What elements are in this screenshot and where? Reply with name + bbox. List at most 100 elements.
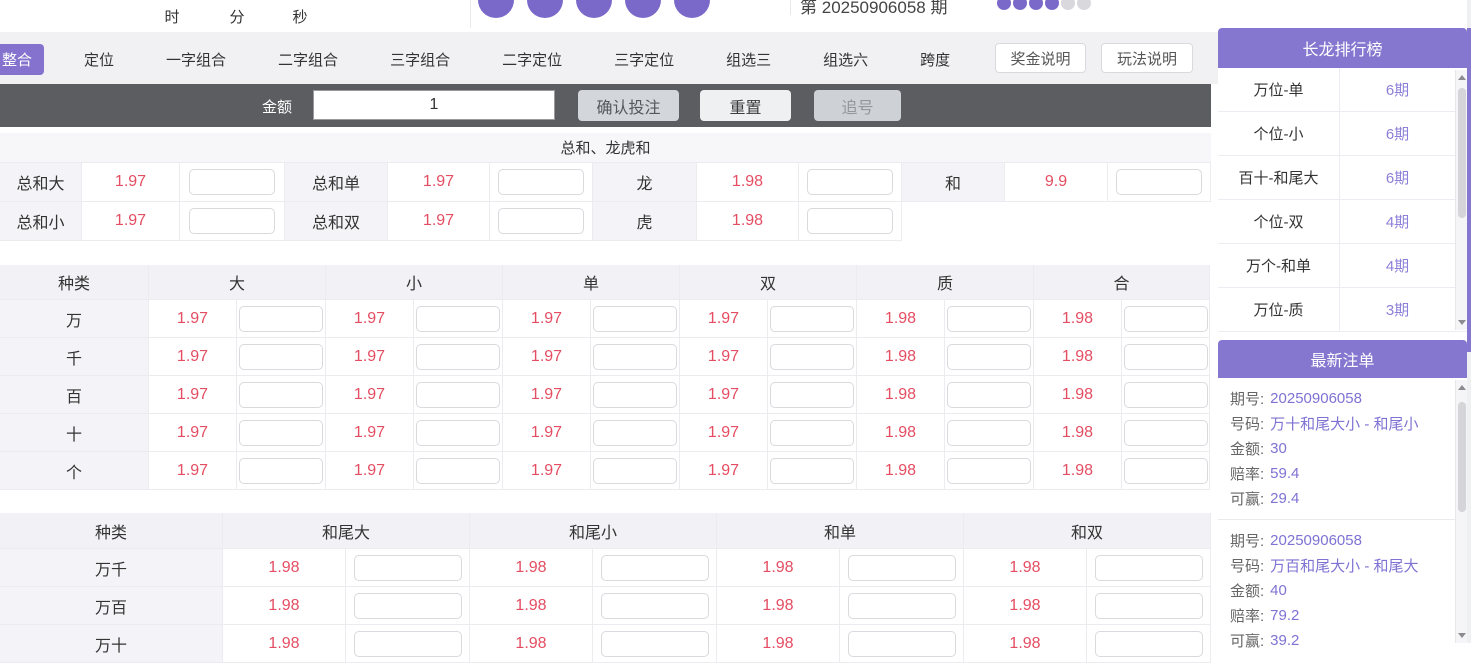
reset-button[interactable]: 重置	[700, 90, 791, 121]
bet-amount-input[interactable]	[947, 343, 1031, 370]
nav-tab[interactable]: 组选三	[714, 44, 783, 75]
bet-amount-input[interactable]	[947, 457, 1031, 484]
nav-tab[interactable]: 二字组合	[266, 44, 350, 75]
bet-amount-input[interactable]	[416, 343, 500, 370]
bet-amount-input[interactable]	[239, 381, 323, 408]
bet-amount-input[interactable]	[600, 554, 709, 581]
bet-amount-input[interactable]	[416, 419, 500, 446]
odds-value: 1.97	[82, 202, 180, 241]
page-scrollbar[interactable]	[1467, 0, 1471, 643]
bet-amount-input[interactable]	[1116, 169, 1202, 195]
bet-amount-input[interactable]	[847, 592, 956, 619]
bet-amount-input[interactable]	[770, 343, 854, 370]
amount-input[interactable]	[313, 90, 555, 120]
nav-tab[interactable]: 三字定位	[602, 44, 686, 75]
bet-amount-input[interactable]	[807, 208, 893, 234]
ranking-row: 个位-双 4期	[1218, 200, 1467, 244]
play-type-tabs: 整合定位一字组合二字组合三字组合二字定位三字定位组选三组选六跨度牛牛	[0, 44, 1044, 75]
nav-tab[interactable]: 定位	[72, 44, 126, 75]
bet-amount-input[interactable]	[1094, 592, 1203, 619]
countdown-unit-label: 秒	[292, 9, 308, 26]
scrollbar-thumb[interactable]	[1458, 88, 1466, 218]
bet-amount-input[interactable]	[1123, 305, 1208, 332]
odds-value: 1.98	[964, 549, 1087, 587]
bet-amount-input[interactable]	[239, 343, 323, 370]
bet-input-cell	[1122, 452, 1210, 490]
odds-value: 1.97	[149, 338, 237, 376]
latest-bets-scrollbar[interactable]	[1455, 380, 1467, 643]
bet-amount-input[interactable]	[353, 554, 462, 581]
bonus-help-button[interactable]: 奖金说明	[995, 43, 1086, 73]
bet-amount-input[interactable]	[416, 381, 500, 408]
bet-amount-input[interactable]	[1123, 381, 1208, 408]
bet-amount-input[interactable]	[1123, 343, 1208, 370]
bet-amount-input[interactable]	[239, 305, 323, 332]
bet-amount-input[interactable]	[189, 208, 275, 234]
odds-value: 1.98	[1034, 376, 1122, 414]
scroll-up-icon[interactable]	[1458, 75, 1466, 80]
bet-amount-input[interactable]	[498, 169, 584, 195]
bet-field-value: 30	[1270, 440, 1287, 457]
bet-amount-input[interactable]	[353, 630, 462, 657]
scrollbar-thumb[interactable]	[1458, 402, 1466, 512]
bet-amount-input[interactable]	[593, 419, 677, 446]
bet-input-cell	[1122, 376, 1210, 414]
nav-tab[interactable]: 二字定位	[490, 44, 574, 75]
odds-value: 1.97	[503, 338, 591, 376]
issue-suffix: 期	[930, 0, 948, 17]
bet-amount-input[interactable]	[770, 305, 854, 332]
nav-tab[interactable]: 组选六	[811, 44, 880, 75]
bet-amount-input[interactable]	[947, 419, 1031, 446]
sum-option-label: 和	[902, 163, 1005, 202]
bet-amount-input[interactable]	[416, 457, 500, 484]
bet-amount-input[interactable]	[1094, 630, 1203, 657]
nav-tab[interactable]: 整合	[0, 44, 45, 75]
bet-amount-input[interactable]	[600, 630, 709, 657]
bet-input-cell	[237, 300, 326, 338]
sum-section-title: 总和、龙虎和	[0, 133, 1211, 163]
bet-amount-input[interactable]	[847, 630, 956, 657]
bet-amount-input[interactable]	[1094, 554, 1203, 581]
bet-amount-input[interactable]	[498, 208, 584, 234]
bet-amount-input[interactable]	[353, 592, 462, 619]
streak-ranking-title: 长龙排行榜	[1218, 28, 1467, 68]
column-header: 和双	[964, 513, 1211, 549]
bet-amount-input[interactable]	[770, 457, 854, 484]
bet-amount-input[interactable]	[947, 381, 1031, 408]
nav-tab[interactable]: 跨度	[908, 44, 962, 75]
header-strip: 时 分 秒 第 20250906058 期	[0, 0, 1211, 32]
bet-amount-input[interactable]	[416, 305, 500, 332]
play-help-button[interactable]: 玩法说明	[1101, 43, 1193, 73]
bet-amount-input[interactable]	[847, 554, 956, 581]
scroll-down-icon[interactable]	[1458, 633, 1466, 638]
nav-tab[interactable]: 三字组合	[378, 44, 462, 75]
bet-field-value: 59.4	[1270, 465, 1300, 482]
scroll-up-icon[interactable]	[1458, 385, 1466, 390]
bet-amount-input[interactable]	[770, 381, 854, 408]
page-scrollbar-thumb[interactable]	[1467, 28, 1471, 352]
bet-amount-input[interactable]	[189, 169, 275, 195]
scroll-down-icon[interactable]	[1458, 320, 1466, 325]
bet-amount-input[interactable]	[1123, 419, 1208, 446]
sum-tail-odds-table: 种类 和尾大 和尾小 和单 和双 万千 1.98 1.98 1.98 1.98 万百 1.98 1.98…	[0, 513, 1211, 663]
bet-field-label: 可赢:	[1230, 633, 1265, 650]
bet-amount-input[interactable]	[807, 169, 893, 195]
bet-amount-input[interactable]	[593, 457, 677, 484]
column-header: 单	[503, 265, 680, 300]
odds-value: 1.98	[1034, 414, 1122, 452]
ranking-scrollbar[interactable]	[1455, 70, 1467, 330]
confirm-bet-button[interactable]: 确认投注	[578, 90, 679, 121]
bet-amount-input[interactable]	[239, 419, 323, 446]
bet-amount-input[interactable]	[593, 305, 677, 332]
chase-number-button[interactable]: 追号	[814, 90, 901, 121]
countdown-unit-label: 时	[164, 9, 180, 26]
bet-amount-input[interactable]	[1123, 457, 1208, 484]
column-header: 和尾小	[470, 513, 717, 549]
bet-amount-input[interactable]	[593, 381, 677, 408]
bet-amount-input[interactable]	[600, 592, 709, 619]
bet-amount-input[interactable]	[947, 305, 1031, 332]
bet-amount-input[interactable]	[239, 457, 323, 484]
bet-amount-input[interactable]	[593, 343, 677, 370]
nav-tab[interactable]: 一字组合	[154, 44, 238, 75]
bet-amount-input[interactable]	[770, 419, 854, 446]
